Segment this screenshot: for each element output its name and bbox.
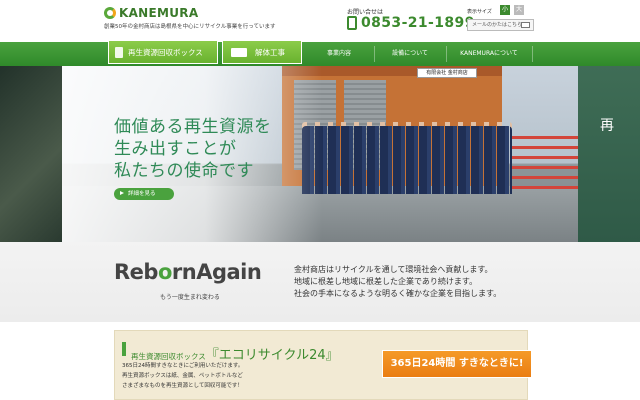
reborn-logo: RebornAgain: [114, 260, 262, 284]
nav-demolition-label: 解体工事: [255, 47, 285, 57]
recycle-box-line: 再生資源ボックスは紙、金属、ペットボトルなど: [122, 373, 243, 379]
recycle-bin-icon: [115, 46, 123, 58]
truck-icon: [231, 47, 247, 57]
nav-divider: [532, 46, 533, 62]
hero-detail-button[interactable]: 詳細を見る: [114, 188, 174, 200]
hero-prev-slide-peek[interactable]: [0, 66, 62, 242]
recycle-box-line: 365日24時間すきなときにご利用いただけます。: [122, 363, 244, 369]
nav-item-about[interactable]: KANEMURAについて: [446, 42, 532, 66]
reborn-logo-part: Reb: [114, 260, 158, 284]
logo-text: KANEMURA: [119, 6, 199, 20]
reborn-logo-part: rnAgain: [171, 260, 262, 284]
hero-detail-label: 詳細を見る: [128, 191, 156, 197]
reborn-message-line: 地域に根差し地域に根差した企業であり続けます。: [294, 277, 478, 286]
font-size-label: 表示サイズ: [467, 9, 492, 15]
hero-next-slide-peek[interactable]: [578, 66, 640, 242]
play-arrow-icon: [120, 191, 124, 195]
phone-contact[interactable]: 0853-21-1899: [347, 15, 475, 31]
reborn-subtitle: もう一度生まれ変わる: [160, 294, 220, 301]
reborn-logo-o: o: [157, 260, 172, 284]
recycle-box-badge: 365日24時間 すきなときに!: [382, 350, 532, 378]
reborn-message: 金村商店はリサイクルを通して環境社会へ貢献します。 地域に根差し地域に根差した企…: [294, 264, 501, 300]
hero-headline-line: 価値ある再生資源を: [114, 117, 272, 137]
hero-next-slide-text: 再: [600, 118, 614, 134]
mail-icon: [521, 22, 530, 28]
logo[interactable]: KANEMURA: [104, 6, 198, 20]
tagline: 創業50年の金村商店は島根県を中心にリサイクル事業を行っています: [104, 24, 276, 30]
hero-headline-line: 私たちの使命です: [114, 161, 254, 181]
phone-icon: [347, 16, 357, 30]
section-heading-bar: [122, 342, 126, 356]
logo-mark-icon: [104, 7, 116, 19]
nav-recycle-box-label: 再生資源回収ボックス: [128, 47, 203, 57]
mail-button[interactable]: メールのかたはこちら: [467, 19, 534, 31]
hero-railings: [512, 136, 578, 192]
hero-headline: 価値ある再生資源を 生み出すことが 私たちの使命です: [114, 116, 272, 182]
font-size-large-button[interactable]: 大: [514, 5, 524, 15]
site-header: KANEMURA 創業50年の金村商店は島根県を中心にリサイクル事業を行っていま…: [0, 0, 640, 40]
hero-company-sign: 有限会社 金村商店: [417, 68, 477, 78]
mail-button-label: メールのかたはこちら: [472, 22, 523, 28]
hero-headline-line: 生み出すことが: [114, 139, 237, 159]
nav-item-equipment[interactable]: 設備について: [374, 42, 446, 66]
nav-demolition-button[interactable]: 解体工事: [222, 40, 302, 64]
nav-item-business[interactable]: 事業内容: [304, 42, 374, 66]
font-size-small-button[interactable]: 小: [500, 5, 510, 15]
reborn-message-line: 社会の手本になるような明るく確かな企業を目指します。: [294, 289, 502, 298]
recycle-box-heading-small: 再生資源回収ボックス: [131, 352, 206, 361]
phone-number[interactable]: 0853-21-1899: [361, 15, 475, 31]
recycle-box-line: さまざまなものを再生資源として回収可能です！: [122, 383, 243, 389]
nav-recycle-box-button[interactable]: 再生資源回収ボックス: [108, 40, 218, 64]
reborn-message-line: 金村商店はリサイクルを通して環境社会へ貢献します。: [294, 265, 493, 274]
recycle-box-description: 365日24時間すきなときにご利用いただけます。 再生資源ボックスは紙、金属、ペ…: [122, 361, 243, 391]
hero-staff-group-photo: [302, 126, 512, 194]
